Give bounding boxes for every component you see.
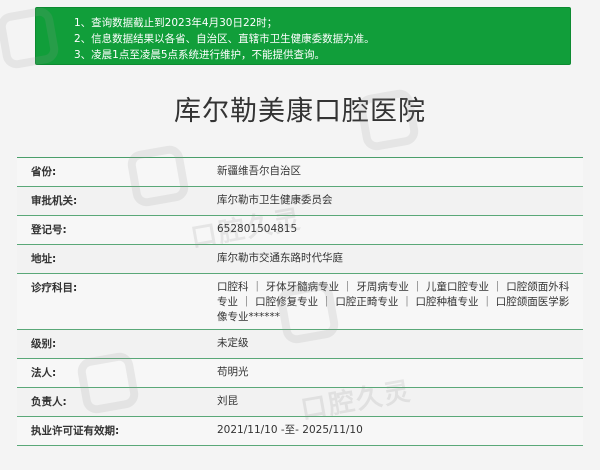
row-legal-person: 法人: 苟明光 [17, 359, 583, 388]
row-value: 苟明光 [217, 366, 249, 378]
notice-line: 1、查询数据截止到2023年4月30日22时； [74, 17, 278, 29]
row-province: 省份: 新疆维吾尔自治区 [17, 158, 583, 187]
row-value: 新疆维吾尔自治区 [217, 165, 301, 177]
row-label: 登记号: [31, 224, 67, 236]
row-label: 省份: [31, 166, 57, 178]
row-label: 法人: [31, 367, 57, 379]
notice-line: 3、凌晨1点至凌晨5点系统进行维护，不能提供查询。 [74, 49, 326, 61]
page: 1、查询数据截止到2023年4月30日22时； 2、信息数据结果以各省、自治区、… [0, 0, 600, 470]
row-value: 未定级 [217, 337, 249, 349]
row-level: 级别: 未定级 [17, 330, 583, 359]
row-departments: 诊疗科目: 口腔科 ｜ 牙体牙髓病专业 ｜ 牙周病专业 ｜ 儿童口腔专业 ｜ 口… [17, 274, 583, 330]
row-registration-number: 登记号: 652801504815 [17, 216, 583, 245]
row-license-validity: 执业许可证有效期: 2021/11/10 -至- 2025/11/10 [17, 417, 583, 446]
notice-banner: 1、查询数据截止到2023年4月30日22时； 2、信息数据结果以各省、自治区、… [35, 7, 571, 65]
row-person-in-charge: 负责人: 刘昆 [17, 388, 583, 417]
hospital-title: 库尔勒美康口腔医院 [174, 96, 426, 127]
row-label: 级别: [31, 338, 57, 350]
info-table: 省份: 新疆维吾尔自治区 审批机关: 库尔勒市卫生健康委员会 登记号: 6528… [17, 157, 583, 446]
row-label: 执业许可证有效期: [31, 425, 120, 437]
row-value: 口腔科 ｜ 牙体牙髓病专业 ｜ 牙周病专业 ｜ 儿童口腔专业 ｜ 口腔颌面外科专… [217, 281, 570, 323]
notice-line: 2、信息数据结果以各省、自治区、直辖市卫生健康委数据为准。 [74, 33, 375, 45]
row-value: 652801504815 [217, 223, 298, 235]
row-label: 诊疗科目: [31, 282, 78, 294]
row-value: 库尔勒市卫生健康委员会 [217, 194, 333, 206]
row-label: 地址: [31, 253, 57, 265]
row-approval-authority: 审批机关: 库尔勒市卫生健康委员会 [17, 187, 583, 216]
row-address: 地址: 库尔勒市交通东路时代华庭 [17, 245, 583, 274]
row-label: 负责人: [31, 396, 67, 408]
row-label: 审批机关: [31, 195, 78, 207]
row-value: 库尔勒市交通东路时代华庭 [217, 252, 343, 264]
row-value: 刘昆 [217, 395, 238, 407]
row-value: 2021/11/10 -至- 2025/11/10 [217, 424, 363, 436]
